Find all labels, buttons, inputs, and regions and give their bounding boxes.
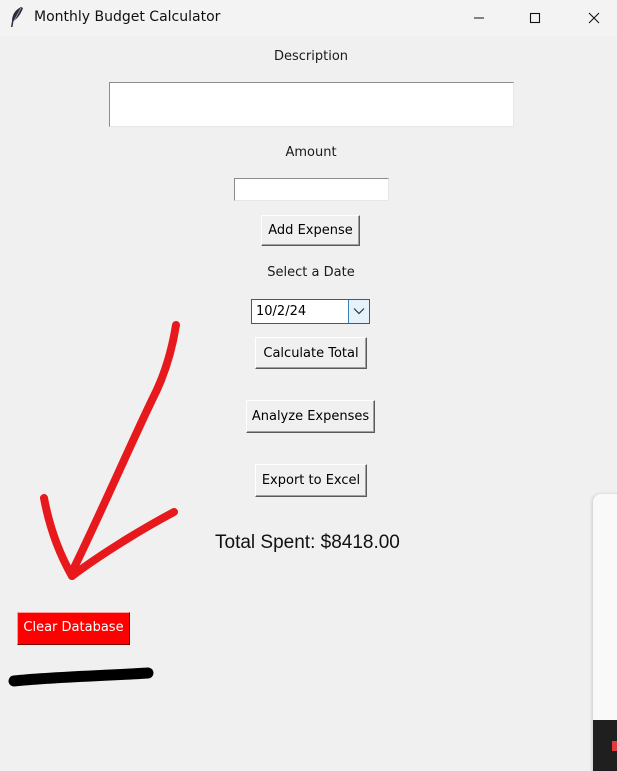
red-arrow-shaft [68,321,180,576]
date-value: 10/2/24 [256,304,307,319]
black-underline [8,667,154,687]
amount-label: Amount [285,145,337,160]
minimize-icon [474,17,484,19]
description-input[interactable] [109,82,514,127]
taskbar-icon-fragment [612,741,617,751]
maximize-button[interactable] [512,0,558,36]
date-dropdown-button[interactable] [348,300,369,323]
amount-input[interactable] [234,178,389,201]
date-picker[interactable]: 10/2/24 [251,299,370,324]
add-expense-button[interactable]: Add Expense [261,215,360,246]
app-window: Monthly Budget Calculator Description Am… [0,0,617,771]
feather-icon [9,6,25,28]
calculate-total-button[interactable]: Calculate Total [255,337,367,369]
chevron-down-icon [353,308,365,315]
maximize-icon [529,12,541,24]
window-title: Monthly Budget Calculator [34,9,221,25]
close-button[interactable] [571,0,617,36]
clear-database-button[interactable]: Clear Database [17,612,130,645]
export-excel-button[interactable]: Export to Excel [255,464,367,497]
title-bar: Monthly Budget Calculator [0,0,617,36]
red-arrow-head-left [40,494,76,580]
red-arrow-head-right [68,508,178,580]
total-spent-label: Total Spent: $8418.00 [215,532,400,553]
minimize-button[interactable] [456,0,502,36]
close-icon [588,12,600,24]
description-label: Description [273,49,349,64]
analyze-expenses-button[interactable]: Analyze Expenses [246,400,375,433]
select-date-label: Select a Date [267,265,355,280]
